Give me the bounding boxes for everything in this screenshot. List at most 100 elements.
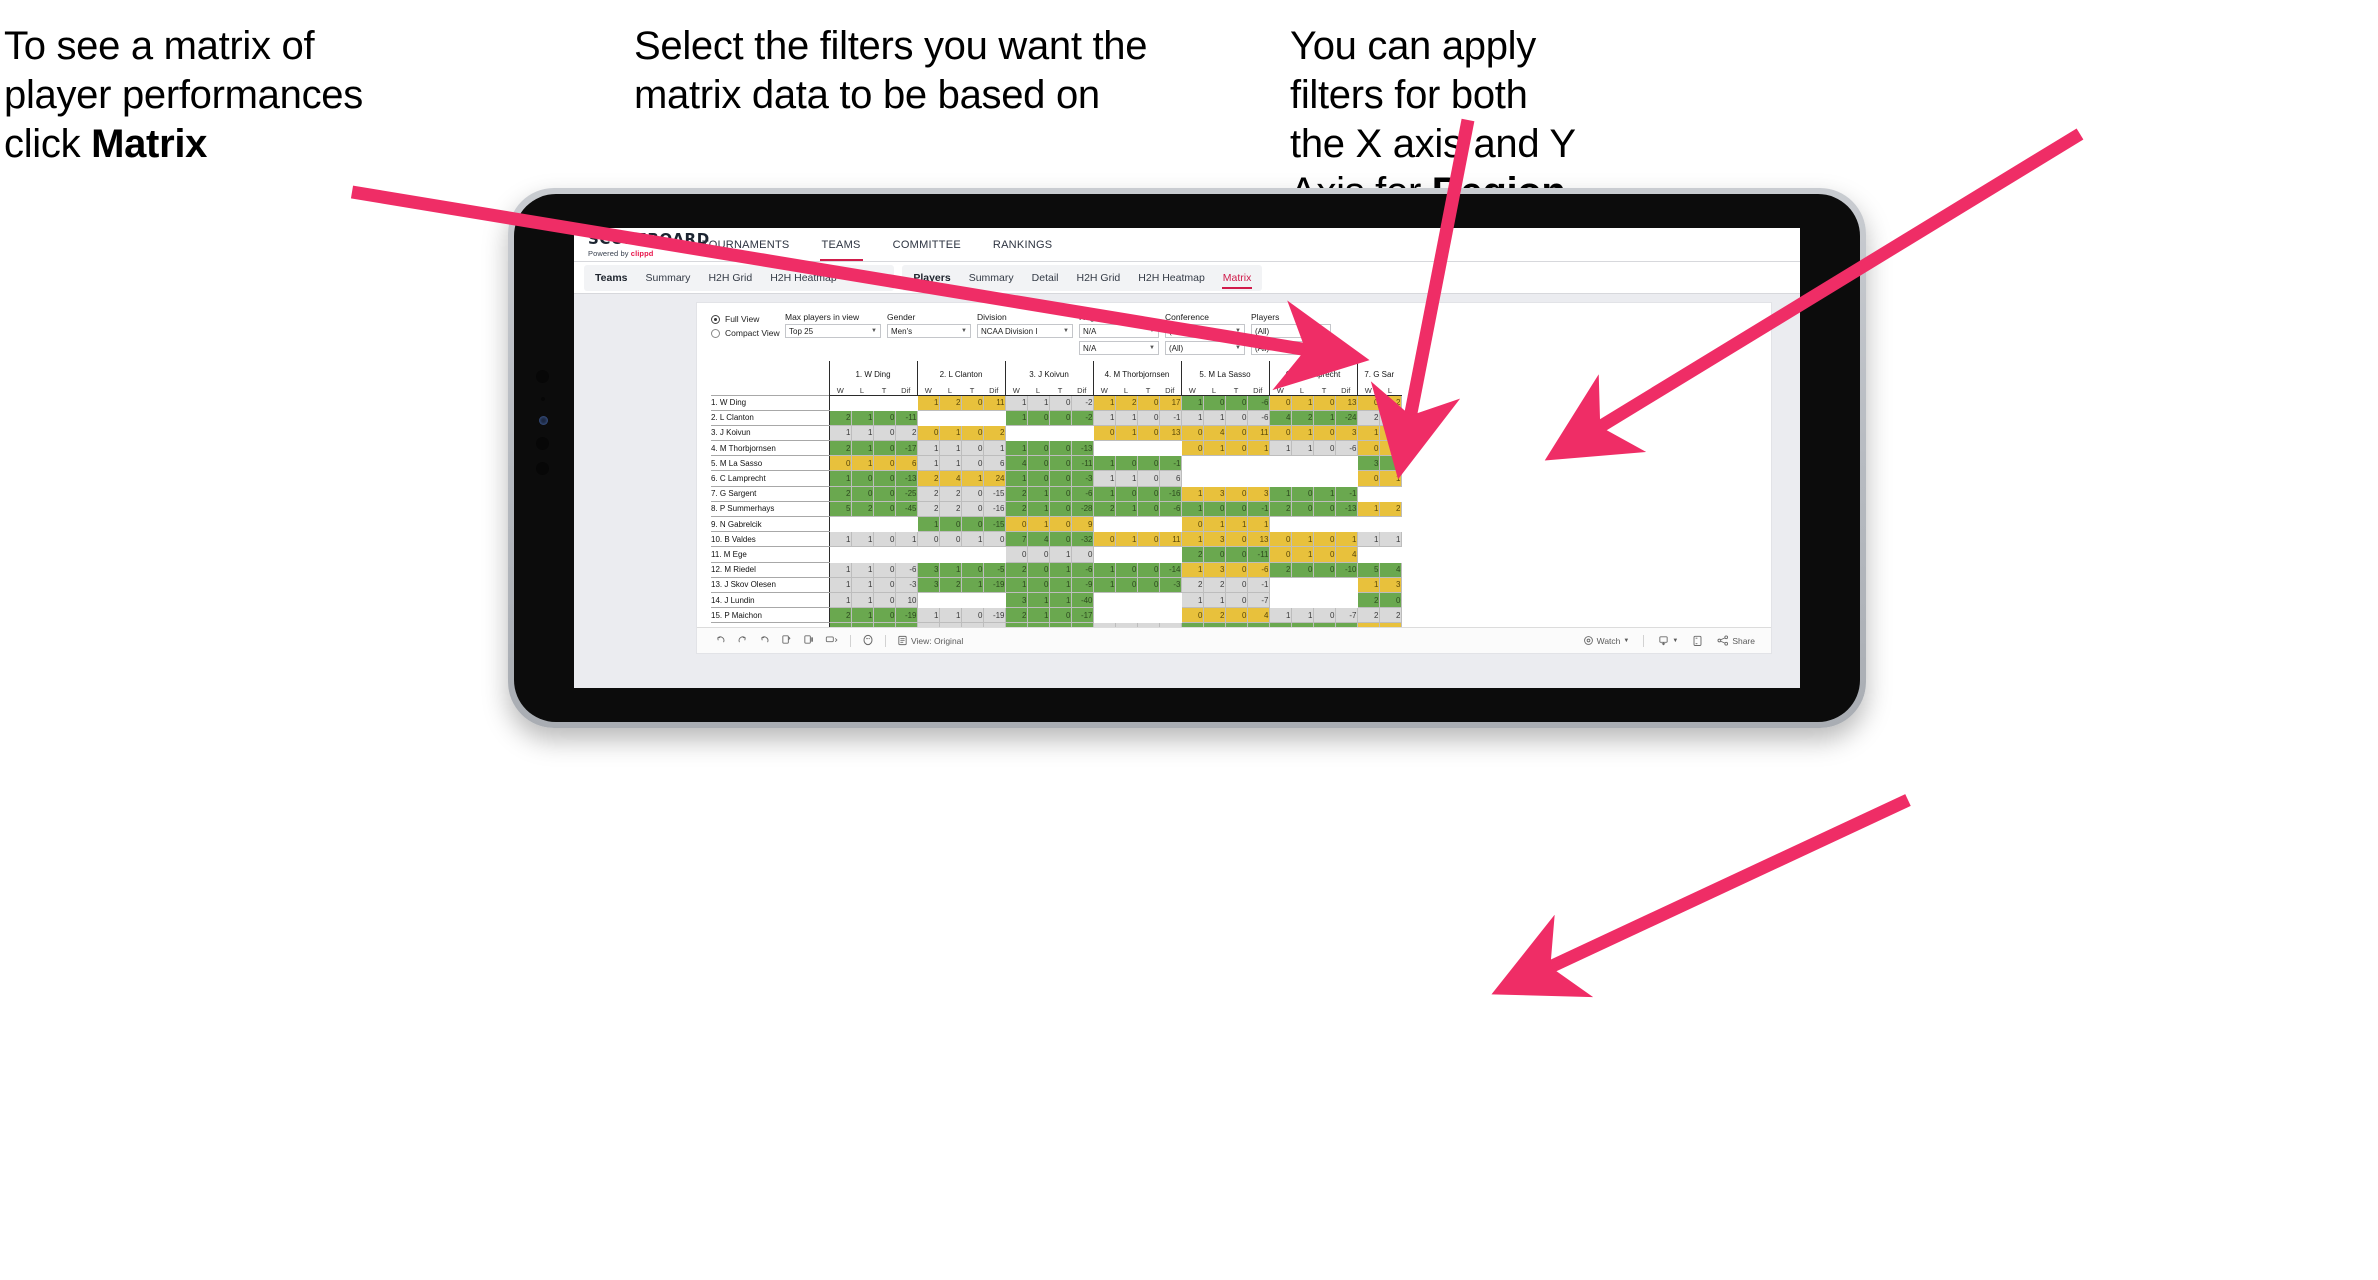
matrix-cell[interactable] — [1136, 607, 1160, 624]
filter-conference-select-y[interactable]: (All) ▼ — [1165, 341, 1245, 355]
matrix-cell[interactable]: -13 — [1334, 500, 1358, 518]
matrix-cell[interactable]: -6 — [1158, 500, 1182, 518]
matrix-cell[interactable]: 0 — [1048, 440, 1072, 457]
matrix-cell[interactable]: 1 — [850, 607, 874, 624]
matrix-cell[interactable] — [1180, 470, 1204, 487]
matrix-cell[interactable]: 1 — [1312, 409, 1336, 426]
pause-auto-update-icon[interactable] — [803, 634, 814, 647]
matrix-cell[interactable] — [1136, 591, 1160, 609]
matrix-cell[interactable]: 4 — [1004, 455, 1028, 472]
matrix-cell[interactable]: 0 — [1224, 424, 1248, 442]
matrix-cell[interactable]: 17 — [1158, 394, 1182, 411]
matrix-cell[interactable]: 0 — [1202, 546, 1226, 563]
matrix-cell[interactable]: 0 — [1048, 607, 1072, 624]
matrix-row[interactable]: 1. W Ding 1 2 0 11 1 1 0 -2 1 2 0 17 1 0 0 -6 0 1 0 13 0 2 — [711, 394, 1402, 411]
matrix-cell[interactable] — [1378, 515, 1402, 533]
matrix-cell[interactable] — [916, 591, 940, 609]
matrix-cell[interactable]: 0 — [960, 607, 984, 624]
matrix-cell[interactable]: 3 — [1202, 485, 1226, 502]
matrix-cell[interactable]: 1 — [1290, 531, 1314, 548]
matrix-cell[interactable] — [1158, 440, 1182, 457]
matrix-cell[interactable]: 1 — [1356, 424, 1380, 442]
matrix-cell[interactable] — [982, 409, 1006, 426]
matrix-cell[interactable]: -1 — [1158, 455, 1182, 472]
matrix-cell[interactable]: 2 — [938, 485, 962, 502]
matrix-cell[interactable]: 0 — [872, 531, 896, 548]
matrix-cell[interactable]: 0 — [850, 470, 874, 487]
matrix-cell[interactable]: 2 — [1356, 409, 1380, 426]
matrix-cell[interactable]: 0 — [872, 576, 896, 593]
matrix-cell[interactable] — [1268, 515, 1292, 533]
matrix-cell[interactable]: 3 — [1334, 424, 1358, 442]
matrix-cell[interactable] — [1334, 455, 1358, 472]
matrix-cell[interactable]: 4 — [1246, 607, 1270, 624]
matrix-cell[interactable]: 0 — [960, 424, 984, 442]
matrix-cell[interactable]: 4 — [1026, 531, 1050, 548]
matrix-cell[interactable]: 0 — [1048, 394, 1072, 411]
matrix-cell[interactable]: 1 — [1114, 424, 1138, 442]
matrix-cell[interactable] — [828, 394, 852, 411]
matrix-cell[interactable]: 1 — [850, 561, 874, 578]
matrix-cell[interactable]: 1 — [828, 531, 852, 548]
matrix-cell[interactable]: -2 — [1070, 394, 1094, 411]
matrix-cell[interactable]: 1 — [1092, 394, 1116, 411]
filter-max-players-select[interactable]: Top 25 ▼ — [785, 324, 881, 338]
matrix-cell[interactable]: 3 — [916, 576, 940, 593]
nav-tournaments[interactable]: TOURNAMENTS — [686, 228, 806, 261]
matrix-cell[interactable]: 13 — [1246, 531, 1270, 548]
matrix-row[interactable]: 13. J Skov Olesen 1 1 0 -3 3 2 1 -19 1 0 1 -9 1 0 0 -3 2 2… — [711, 576, 1402, 593]
matrix-cell[interactable]: 0 — [872, 485, 896, 502]
matrix-cell[interactable]: 2 — [850, 500, 874, 518]
filter-players-select-x[interactable]: (All) ▼ — [1251, 324, 1331, 338]
matrix-cell[interactable]: 0 — [938, 531, 962, 548]
matrix-cell[interactable] — [1334, 515, 1358, 533]
matrix-cell[interactable]: 0 — [1070, 546, 1094, 563]
matrix-cell[interactable] — [1202, 455, 1226, 472]
matrix-cell[interactable]: 1 — [1092, 485, 1116, 502]
matrix-cell[interactable]: 0 — [1312, 424, 1336, 442]
matrix-cell[interactable] — [1246, 455, 1270, 472]
matrix-cell[interactable] — [1136, 440, 1160, 457]
filter-region-select-x[interactable]: N/A ▼ — [1079, 324, 1159, 338]
matrix-cell[interactable]: 3 — [1004, 591, 1028, 609]
matrix-cell[interactable]: 1 — [1356, 531, 1380, 548]
matrix-cell[interactable] — [1312, 515, 1336, 533]
matrix-cell[interactable] — [1378, 546, 1402, 563]
matrix-cell[interactable]: -40 — [1070, 591, 1094, 609]
matrix-cell[interactable] — [872, 515, 896, 533]
matrix-cell[interactable]: 0 — [1224, 561, 1248, 578]
matrix-cell[interactable] — [1114, 546, 1138, 563]
matrix-cell[interactable]: -1 — [1158, 409, 1182, 426]
matrix-cell[interactable]: 1 — [1048, 546, 1072, 563]
matrix-cell[interactable]: -6 — [1070, 485, 1094, 502]
refresh-icon[interactable] — [781, 634, 792, 647]
matrix-cell[interactable]: 0 — [1048, 500, 1072, 518]
matrix-cell[interactable]: 2 — [1290, 409, 1314, 426]
matrix-cell[interactable]: 0 — [1114, 576, 1138, 593]
matrix-cell[interactable] — [982, 591, 1006, 609]
filter-division-select[interactable]: NCAA Division I ▼ — [977, 324, 1073, 338]
matrix-cell[interactable]: 2 — [894, 424, 918, 442]
matrix-cell[interactable]: 5 — [828, 500, 852, 518]
matrix-cell[interactable]: 1 — [850, 424, 874, 442]
matrix-cell[interactable]: 1 — [1026, 607, 1050, 624]
redo-icon[interactable] — [737, 634, 748, 647]
matrix-cell[interactable]: 4 — [1268, 409, 1292, 426]
matrix-cell[interactable]: -3 — [894, 576, 918, 593]
matrix-cell[interactable] — [1312, 455, 1336, 472]
matrix-cell[interactable]: -2 — [1070, 409, 1094, 426]
matrix-cell[interactable]: 0 — [1224, 394, 1248, 411]
matrix-cell[interactable] — [1202, 470, 1226, 487]
revert-icon[interactable] — [759, 634, 770, 647]
matrix-cell[interactable] — [938, 409, 962, 426]
matrix-cell[interactable]: 0 — [1312, 531, 1336, 548]
filter-region-select-y[interactable]: N/A ▼ — [1079, 341, 1159, 355]
matrix-cell[interactable]: -5 — [982, 561, 1006, 578]
matrix-cell[interactable]: 0 — [1180, 515, 1204, 533]
matrix-cell[interactable]: 1 — [1004, 440, 1028, 457]
matrix-cell[interactable]: 1 — [894, 531, 918, 548]
matrix-cell[interactable]: 1 — [828, 424, 852, 442]
nav-teams[interactable]: TEAMS — [806, 228, 877, 261]
matrix-cell[interactable]: 2 — [1004, 500, 1028, 518]
matrix-cell[interactable]: 4 — [1334, 546, 1358, 563]
